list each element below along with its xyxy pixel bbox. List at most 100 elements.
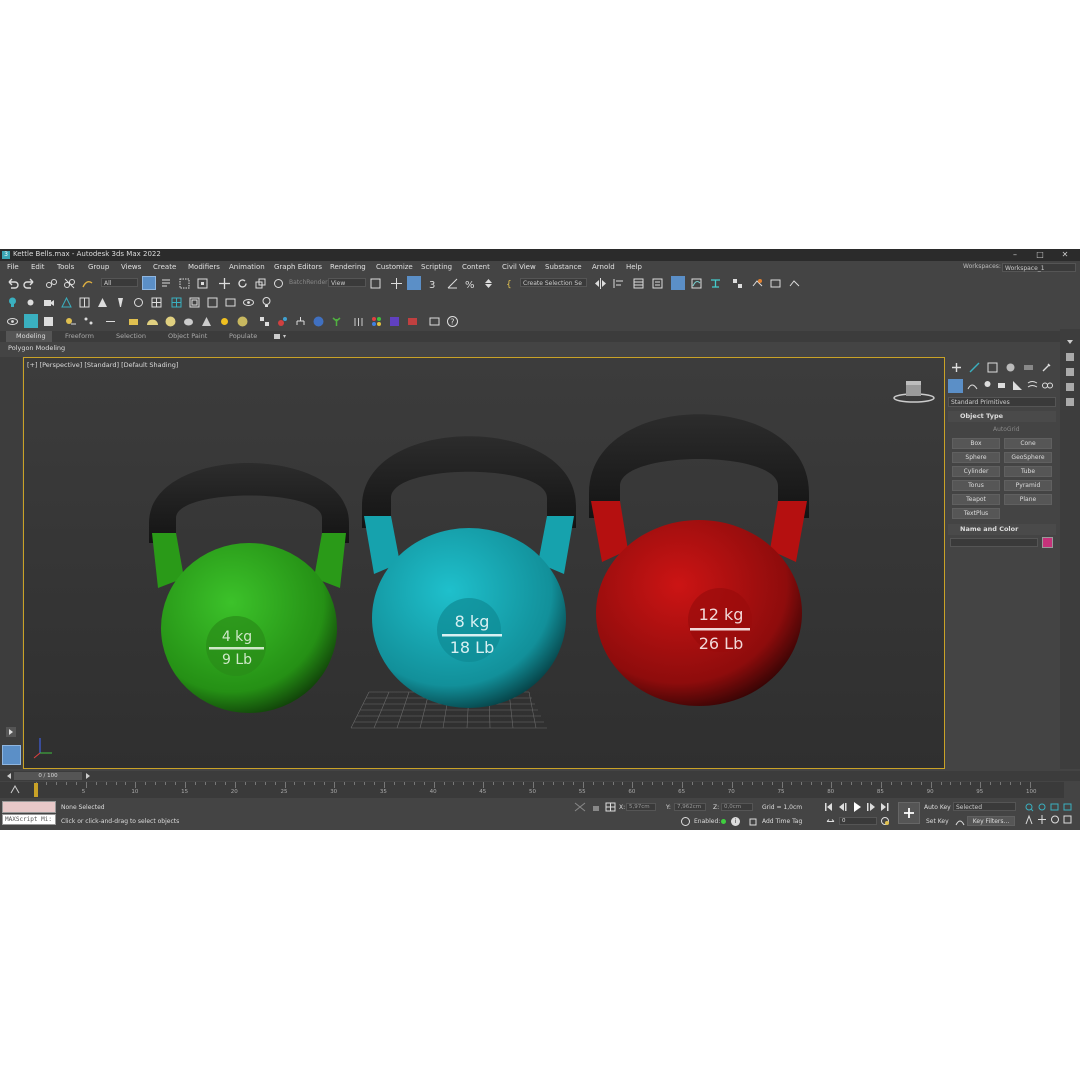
container-icon[interactable] (1065, 382, 1075, 392)
environment-light-icon[interactable] (64, 315, 77, 328)
autogrid-label[interactable]: AutoGrid (993, 426, 1020, 433)
display-icon[interactable] (224, 296, 237, 309)
keyboard-shortcut-override-icon[interactable] (407, 276, 421, 290)
time-slider[interactable]: 0 / 100 (0, 771, 1080, 781)
rectangular-selection-icon[interactable] (178, 277, 191, 290)
orbit-icon[interactable] (1051, 815, 1059, 824)
menu-customize[interactable]: Customize (376, 263, 413, 271)
textplus-button[interactable]: TextPlus (952, 508, 1000, 519)
sunlight-icon[interactable] (218, 315, 231, 328)
refresh-icon[interactable] (132, 296, 145, 309)
previous-frame-icon[interactable] (839, 803, 847, 811)
menu-content[interactable]: Content (462, 263, 490, 271)
zoom-extents-icon[interactable] (1050, 803, 1059, 811)
hierarchy-icon[interactable] (294, 315, 307, 328)
archive-icon[interactable] (428, 315, 441, 328)
menu-substance[interactable]: Substance (545, 263, 582, 271)
zoom-icon[interactable] (1025, 803, 1034, 812)
tab-populate[interactable]: Populate (229, 332, 257, 340)
grid-icon[interactable] (150, 296, 163, 309)
tab-selection[interactable]: Selection (116, 332, 146, 340)
set-keys-button[interactable] (898, 802, 920, 824)
mirror-icon[interactable] (594, 277, 607, 290)
enabled-indicator[interactable] (721, 819, 726, 824)
layer-manager-icon[interactable] (1065, 367, 1075, 377)
primitives-dropdown[interactable]: Standard Primitives (948, 397, 1056, 407)
torus-button[interactable]: Torus (952, 480, 1000, 491)
globe-icon[interactable] (312, 315, 325, 328)
tab-object-paint[interactable]: Object Paint (168, 332, 207, 340)
object-type-rollout[interactable]: Object Type (948, 411, 1056, 422)
hierarchy-tab-icon[interactable] (986, 361, 999, 374)
select-manipulate-icon[interactable] (390, 277, 403, 290)
mini-curve-editor-icon[interactable] (10, 785, 20, 794)
safe-frame-icon[interactable] (188, 296, 201, 309)
add-time-tag-label[interactable]: Add Time Tag (762, 818, 802, 825)
utilities-tab-icon[interactable] (1040, 361, 1053, 374)
time-slider-thumb[interactable]: 0 / 100 (14, 772, 82, 780)
camera-icon[interactable] (42, 296, 55, 309)
time-tag-icon[interactable] (748, 817, 758, 827)
menu-arnold[interactable]: Arnold (592, 263, 615, 271)
color-dots-icon[interactable] (370, 315, 383, 328)
menu-graph-editors[interactable]: Graph Editors (274, 263, 322, 271)
angle-snap-icon[interactable] (446, 277, 459, 290)
box-button[interactable]: Box (952, 438, 1000, 449)
move-icon[interactable] (218, 277, 231, 290)
shapes-category-icon[interactable] (966, 379, 979, 392)
layer-explorer-icon[interactable] (651, 277, 664, 290)
menu-scripting[interactable]: Scripting (421, 263, 452, 271)
go-to-end-icon[interactable] (881, 803, 889, 811)
maxscript-input[interactable]: MAXScript Mi: (2, 814, 56, 825)
perspective-viewport[interactable]: [+] [Perspective] [Standard] [Default Sh… (23, 357, 945, 769)
bind-space-warp-icon[interactable] (81, 277, 94, 290)
scene-states-icon[interactable] (1065, 352, 1075, 362)
motion-tab-icon[interactable] (1004, 361, 1017, 374)
x-coord-field[interactable]: 5,97cm (626, 803, 656, 811)
zoom-all-icon[interactable] (1038, 803, 1046, 811)
menu-tools[interactable]: Tools (57, 263, 74, 271)
kettlebell-green[interactable]: 4 kg 9 Lb (149, 463, 349, 713)
sphere-button[interactable]: Sphere (952, 452, 1000, 463)
active-shade-icon[interactable] (24, 314, 38, 328)
view-eye-icon[interactable] (6, 315, 19, 328)
edit-named-selection-icon[interactable]: { (505, 277, 518, 290)
menu-civil-view[interactable]: Civil View (502, 263, 536, 271)
key-set-dropdown[interactable]: Selected (953, 802, 1016, 811)
time-slider-right-arrow-icon[interactable] (84, 772, 92, 780)
schematic-view-icon[interactable] (709, 277, 722, 290)
key-filters-button[interactable]: Key Filters... (967, 816, 1015, 826)
pan-icon[interactable] (1038, 815, 1046, 824)
panel-menu-icon[interactable] (1065, 337, 1075, 347)
auto-key-label[interactable]: Auto Key (924, 804, 951, 811)
tab-modeling[interactable]: Modeling (16, 332, 46, 340)
scene-explorer-icon[interactable] (632, 277, 645, 290)
percent-snap-icon[interactable]: % (464, 277, 477, 290)
expand-arrow-icon[interactable] (6, 727, 16, 737)
current-frame-marker[interactable] (34, 783, 38, 797)
reference-coordinate-dropdown[interactable]: View (328, 278, 366, 287)
material-editor-icon[interactable] (731, 277, 744, 290)
workspace-dropdown[interactable]: Workspace_1 (1002, 263, 1076, 272)
menu-group[interactable]: Group (88, 263, 109, 271)
tab-freeform[interactable]: Freeform (65, 332, 94, 340)
track-bar[interactable]: 5 10 15 20 25 30 35 40 45 50 55 60 65 70 75 80 85 90 95 100 (0, 782, 1064, 798)
space-warps-category-icon[interactable] (1026, 379, 1039, 392)
asset-tracking-icon[interactable] (1065, 397, 1075, 407)
menu-help[interactable]: Help (626, 263, 642, 271)
cone-light-icon[interactable] (96, 296, 109, 309)
render-region-icon[interactable] (42, 315, 55, 328)
close-button[interactable]: ✕ (1054, 249, 1076, 261)
batch-render-label[interactable]: BatchRender (289, 279, 328, 286)
object-name-input[interactable] (950, 538, 1038, 547)
menu-create[interactable]: Create (153, 263, 176, 271)
viewport-config-icon[interactable] (206, 296, 219, 309)
info-icon[interactable]: i (731, 817, 740, 826)
menu-modifiers[interactable]: Modifiers (188, 263, 220, 271)
place-icon[interactable] (272, 277, 285, 290)
helper-icon[interactable] (60, 296, 73, 309)
lightbulb-outline-icon[interactable] (260, 296, 273, 309)
rendered-frame-window-icon[interactable] (769, 277, 782, 290)
fluid-icon[interactable] (388, 315, 401, 328)
minimize-button[interactable]: – (1004, 249, 1026, 261)
